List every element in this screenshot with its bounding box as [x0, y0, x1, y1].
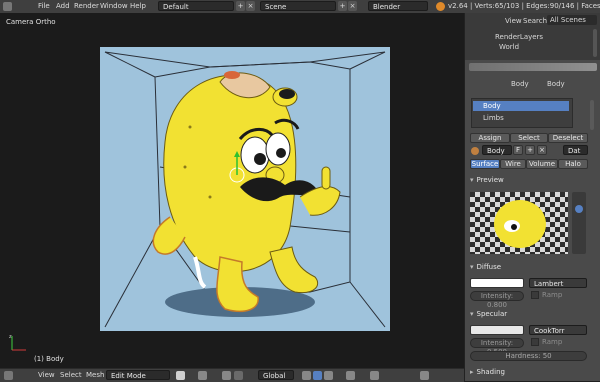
scene-stats: v2.64 | Verts:65/103 | Edges:90/146 | Fa…	[448, 2, 600, 10]
material-name-field[interactable]: Body	[482, 145, 512, 155]
material-sphere-icon	[471, 147, 479, 155]
screen-remove-button[interactable]: ×	[246, 1, 255, 11]
specular-label: Specular	[476, 310, 508, 318]
camera-view-canvas[interactable]	[100, 47, 390, 331]
outliner-filter-dropdown[interactable]: All Scenes	[547, 15, 597, 25]
face-select-icon[interactable]	[324, 371, 333, 380]
preview-label: Preview	[476, 176, 504, 184]
properties-tabs[interactable]	[469, 63, 597, 71]
tab-surface[interactable]: Surface	[470, 159, 500, 169]
diffuse-label: Diffuse	[476, 263, 502, 271]
outliner-search-menu[interactable]: Search	[523, 17, 547, 25]
link-data-dropdown[interactable]: Dat	[563, 145, 588, 155]
specular-panel-header[interactable]: ▾ Specular	[470, 310, 590, 321]
specular-shader-dropdown[interactable]: CookTorr	[529, 325, 587, 335]
screen-layout-dropdown[interactable]: Default	[158, 1, 234, 11]
specular-ramp-label: Ramp	[542, 338, 563, 346]
edge-select-icon[interactable]	[313, 371, 322, 380]
material-slot-limbs[interactable]: Limbs	[473, 113, 569, 123]
outliner-item-renderlayers[interactable]: RenderLayers	[495, 33, 543, 41]
assign-button[interactable]: Assign	[470, 133, 510, 143]
unlink-material-button[interactable]: ×	[537, 145, 547, 155]
screen-add-button[interactable]: +	[236, 1, 245, 11]
specular-intensity-slider[interactable]: Intensity: 0.500	[470, 338, 524, 356]
editor-type-icon[interactable]	[4, 371, 13, 380]
preview-sphere-icon[interactable]	[575, 205, 583, 213]
diffuse-color-swatch[interactable]	[470, 278, 524, 288]
active-object-label: (1) Body	[34, 355, 64, 363]
breadcrumb-object: Body	[511, 80, 529, 88]
breadcrumb-material: Body	[547, 80, 565, 88]
specular-ramp-checkbox[interactable]: Ramp	[531, 338, 562, 346]
outliner: View Search All Scenes RenderLayers Worl…	[464, 13, 600, 60]
diffuse-panel-header[interactable]: ▾ Diffuse	[470, 263, 590, 274]
diffuse-intensity-slider[interactable]: Intensity: 0.800	[470, 291, 524, 309]
tab-halo[interactable]: Halo	[558, 159, 588, 169]
manipulator-icon[interactable]	[222, 371, 231, 380]
translate-icon[interactable]	[234, 371, 243, 380]
viewport-shading-icon[interactable]	[176, 371, 185, 380]
axis-orientation-gizmo: z	[9, 334, 26, 351]
scene-dropdown[interactable]: Scene	[260, 1, 336, 11]
menu-view[interactable]: View	[38, 371, 55, 379]
slot-scrollbar[interactable]	[590, 100, 594, 130]
menu-window[interactable]: Window	[100, 2, 128, 10]
outliner-scrollbar[interactable]	[593, 29, 597, 57]
tab-wire[interactable]: Wire	[500, 159, 526, 169]
render-engine-dropdown[interactable]: Blender Render	[368, 1, 428, 21]
menu-select[interactable]: Select	[60, 371, 82, 379]
vertex-select-icon[interactable]	[302, 371, 311, 380]
menu-add[interactable]: Add	[56, 2, 70, 10]
scene-add-button[interactable]: +	[338, 1, 347, 11]
menu-help[interactable]: Help	[130, 2, 146, 10]
pivot-point-icon[interactable]	[198, 371, 207, 380]
diffuse-ramp-label: Ramp	[542, 291, 563, 299]
diffuse-shader-dropdown[interactable]: Lambert	[529, 278, 587, 288]
menu-mesh[interactable]: Mesh	[86, 371, 104, 379]
menu-render[interactable]: Render	[74, 2, 99, 10]
hardness-field[interactable]: Hardness: 50	[470, 351, 587, 361]
preview-type-buttons[interactable]	[572, 192, 586, 254]
render-icon[interactable]	[420, 371, 429, 380]
info-header: File Add Render Window Help Default + × …	[0, 0, 600, 21]
material-slot-body[interactable]: Body	[473, 101, 569, 111]
diffuse-ramp-checkbox[interactable]: Ramp	[531, 291, 562, 299]
fake-user-button[interactable]: F	[513, 145, 523, 155]
outliner-item-world[interactable]: World	[499, 43, 519, 51]
orientation-dropdown[interactable]: Global	[258, 370, 294, 380]
outliner-view-menu[interactable]: View	[505, 17, 522, 25]
specular-color-swatch[interactable]	[470, 325, 524, 335]
select-button[interactable]: Select	[510, 133, 548, 143]
svg-text:z: z	[9, 334, 12, 340]
tab-volume[interactable]: Volume	[526, 159, 558, 169]
snap-icon[interactable]	[370, 371, 379, 380]
shading-label: Shading	[476, 368, 505, 376]
deselect-button[interactable]: Deselect	[548, 133, 588, 143]
blender-logo-icon	[436, 2, 445, 11]
preview-panel-header[interactable]: ▾ Preview	[470, 176, 590, 187]
scene-remove-button[interactable]: ×	[348, 1, 357, 11]
add-material-button[interactable]: +	[525, 145, 535, 155]
shading-panel-header[interactable]: ▸ Shading	[470, 368, 590, 379]
viewport-header: View Select Mesh Edit Mode Global	[0, 368, 464, 382]
material-preview	[470, 192, 568, 254]
editor-type-icon[interactable]	[3, 2, 12, 11]
mode-dropdown[interactable]: Edit Mode	[106, 370, 170, 380]
viewport-title: Camera Ortho	[6, 18, 56, 26]
proportional-edit-icon[interactable]	[346, 371, 355, 380]
menu-file[interactable]: File	[38, 2, 50, 10]
